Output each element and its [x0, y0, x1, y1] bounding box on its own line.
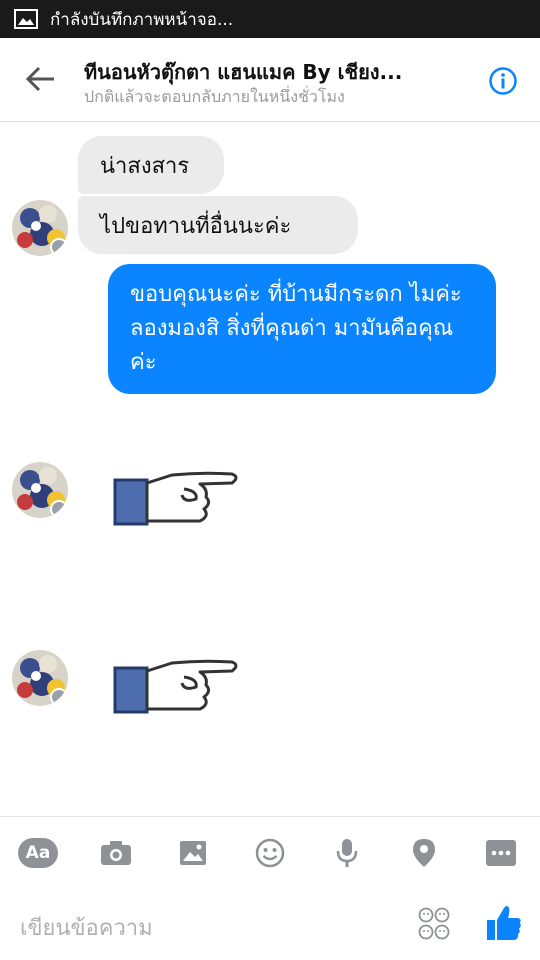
status-bar: กำลังบันทึกภาพหน้าจอ... [0, 0, 540, 38]
response-time-subtitle: ปกติแล้วจะตอบกลับภายในหนึ่งชั่วโมง [84, 87, 345, 106]
pointing-hand-sticker-icon[interactable] [112, 469, 242, 529]
image-gallery-icon [180, 841, 206, 865]
more-button[interactable] [481, 835, 521, 871]
back-arrow-icon[interactable] [24, 64, 58, 94]
conversation-header: ทีนอนหัวตุ๊กตา แฮนแมค By เชียง... ปกติแล… [0, 38, 540, 122]
emoji-faces-icon[interactable] [418, 906, 450, 942]
messenger-badge-icon [50, 238, 68, 256]
emoji-sticker-button[interactable] [250, 835, 290, 871]
location-pin-icon [413, 839, 435, 867]
incoming-message[interactable]: น่าสงสาร [78, 136, 224, 194]
more-dots-icon [486, 840, 516, 866]
outgoing-message[interactable]: ขอบคุณนะค่ะ ที่บ้านมีกระดก ไมค่ะ ลองมองส… [108, 264, 496, 394]
message-text: ขอบคุณนะค่ะ ที่บ้านมีกระดก ไมค่ะ ลองมองส… [130, 282, 462, 375]
image-icon [14, 9, 38, 29]
sender-avatar[interactable] [12, 650, 68, 706]
sender-avatar[interactable] [12, 200, 68, 256]
conversation-title[interactable]: ทีนอนหัวตุ๊กตา แฮนแมค By เชียง... [84, 56, 464, 88]
smiley-icon [255, 838, 285, 868]
voice-button[interactable] [327, 835, 367, 871]
incoming-message[interactable]: ไปขอทานที่อื่นนะค่ะ [78, 196, 358, 254]
message-thread[interactable]: น่าสงสาร ไปขอทานที่อื่นนะค่ะ ขอบคุณนะค่ะ… [0, 123, 540, 816]
info-icon[interactable] [488, 66, 518, 96]
camera-icon [101, 841, 131, 865]
thumbs-up-like-icon[interactable] [486, 904, 522, 942]
screenshot-notification: กำลังบันทึกภาพหน้าจอ... [50, 9, 234, 30]
camera-button[interactable] [96, 835, 136, 871]
text-format-button[interactable]: Aa [18, 835, 58, 871]
message-composer: เขียนข้อความ [0, 888, 540, 960]
sender-avatar[interactable] [12, 462, 68, 518]
messenger-badge-icon [50, 500, 68, 518]
message-text: ไปขอทานที่อื่นนะค่ะ [100, 213, 292, 239]
messenger-badge-icon [50, 688, 68, 706]
pointing-hand-sticker-icon[interactable] [112, 657, 242, 717]
location-button[interactable] [404, 835, 444, 871]
microphone-icon [336, 839, 358, 867]
gallery-button[interactable] [173, 835, 213, 871]
aa-label: Aa [18, 838, 58, 868]
message-input[interactable]: เขียนข้อความ [20, 910, 153, 945]
composer-toolbar: Aa [0, 816, 540, 888]
message-text: น่าสงสาร [100, 153, 190, 179]
